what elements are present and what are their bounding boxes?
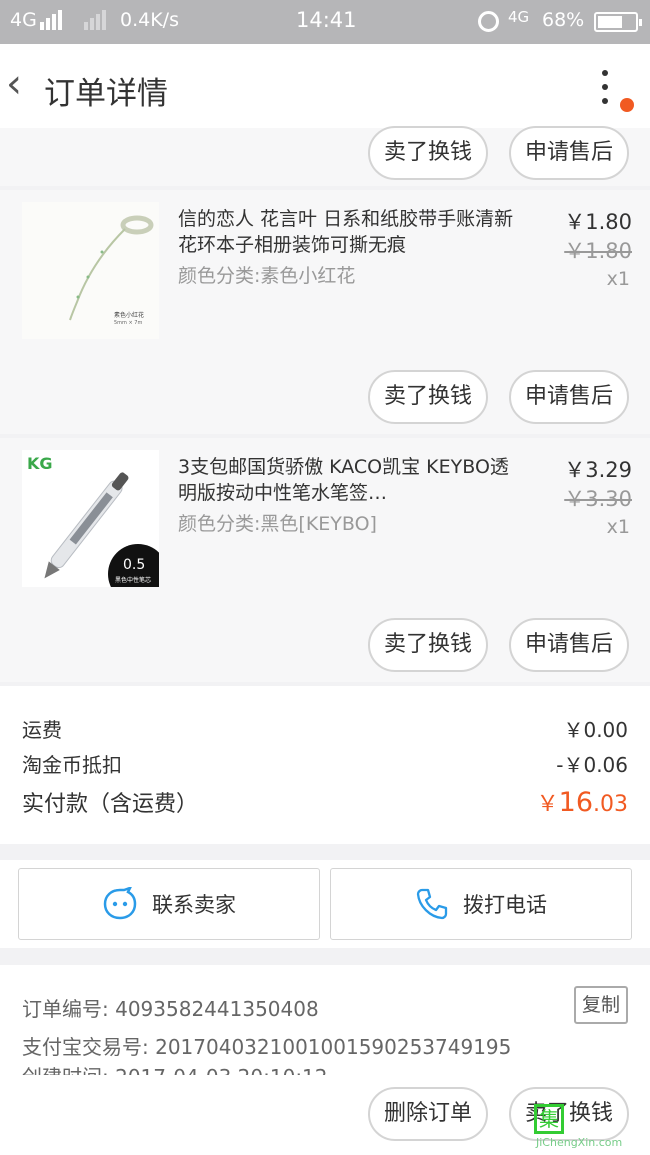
sell-button[interactable]: 卖了换钱 <box>368 126 488 180</box>
alipay-trade-number: 支付宝交易号: 2017040321001001590253749195 <box>22 1035 512 1059</box>
thumb-caption: 黑色中性笔芯 <box>115 577 152 584</box>
phone-icon <box>416 888 448 920</box>
signal-icon-secondary <box>84 10 106 30</box>
sell-button[interactable]: 卖了换钱 <box>368 618 488 672</box>
product-thumbnail[interactable]: 素色小红花 5mm × 7m <box>22 202 159 339</box>
order-number: 订单编号: 4093582441350408 <box>22 997 319 1021</box>
network-type-left: 4G <box>10 9 37 31</box>
product-name[interactable]: 信的恋人 花言叶 日系和纸胶带手账清新花环本子相册装饰可撕无痕 <box>178 206 523 258</box>
chevron-left-icon[interactable]: ‹ <box>6 64 46 108</box>
after-sale-button[interactable]: 申请售后 <box>509 126 629 180</box>
order-item-card-partial: 卖了换钱 申请售后 <box>0 126 650 186</box>
price-summary: 运费 ￥0.00 淘金币抵扣 -￥0.06 实付款（含运费） ￥16.03 <box>0 686 650 844</box>
paid-row: 实付款（含运费） ￥16.03 <box>22 786 628 818</box>
battery-icon <box>594 12 642 32</box>
product-price: ￥3.29 <box>564 458 632 482</box>
coin-label: 淘金币抵扣 <box>22 753 122 777</box>
product-original-price: ￥1.80 <box>564 239 632 263</box>
title-bar: ‹ 订单详情 <box>0 44 650 128</box>
battery-percent: 68% <box>542 9 585 31</box>
product-price: ￥1.80 <box>564 210 632 234</box>
watermark-logo: 集 <box>534 1104 564 1134</box>
product-quantity: x1 <box>606 268 630 290</box>
status-bar: 4G 0.4K/s 14:41 4G 68% <box>0 0 650 44</box>
after-sale-button[interactable]: 申请售后 <box>509 618 629 672</box>
shipping-row: 运费 ￥0.00 <box>22 714 628 743</box>
paid-amount: ￥16.03 <box>536 787 628 818</box>
network-speed: 0.4K/s <box>120 9 179 31</box>
thumb-size: 5mm × 7m <box>114 320 143 326</box>
alarm-icon <box>478 11 499 32</box>
chat-bubble-icon <box>103 887 137 920</box>
coin-value: -￥0.06 <box>556 753 628 777</box>
product-variant: 颜色分类:黑色[KEYBO] <box>178 513 377 535</box>
sell-button[interactable]: 卖了换钱 <box>368 370 488 424</box>
signal-icon <box>40 10 62 30</box>
product-quantity: x1 <box>606 516 630 538</box>
product-thumbnail[interactable]: KG 0.5 黑色中性笔芯 <box>22 450 159 587</box>
thumb-caption: 素色小红花 <box>114 312 145 319</box>
notification-dot <box>620 98 634 112</box>
page-title: 订单详情 <box>44 76 168 112</box>
watermark-text: JiChengXin.com <box>536 1136 623 1149</box>
created-time: 创建时间: 2017-04-03 20:10:12 <box>22 1061 328 1075</box>
after-sale-button[interactable]: 申请售后 <box>509 370 629 424</box>
more-vertical-icon[interactable] <box>590 66 620 108</box>
watermark: 集 JiChengXin.com <box>530 1102 650 1152</box>
shipping-value: ￥0.00 <box>563 718 628 742</box>
network-type-right: 4G <box>508 8 530 26</box>
contact-seller-button[interactable]: 联系卖家 <box>18 868 320 940</box>
order-item-card[interactable]: 素色小红花 5mm × 7m 信的恋人 花言叶 日系和纸胶带手账清新花环本子相册… <box>0 190 650 434</box>
coin-deduction-row: 淘金币抵扣 -￥0.06 <box>22 749 628 778</box>
contact-bar: 联系卖家 拨打电话 <box>0 860 650 948</box>
copy-button[interactable]: 复制 <box>574 986 628 1024</box>
thumb-size: 0.5 <box>123 557 146 573</box>
delete-order-button[interactable]: 删除订单 <box>368 1087 488 1141</box>
paid-label: 实付款（含运费） <box>22 792 199 817</box>
call-button[interactable]: 拨打电话 <box>330 868 632 940</box>
clock: 14:41 <box>296 8 357 32</box>
order-info: 订单编号: 4093582441350408 复制 支付宝交易号: 201704… <box>0 965 650 1075</box>
shipping-label: 运费 <box>22 718 62 742</box>
product-original-price: ￥3.30 <box>564 487 632 511</box>
product-name[interactable]: 3支包邮国货骄傲 KACO凯宝 KEYBO透明版按动中性笔水笔签… <box>178 454 523 506</box>
product-variant: 颜色分类:素色小红花 <box>178 265 356 287</box>
call-label: 拨打电话 <box>463 893 547 917</box>
contact-seller-label: 联系卖家 <box>152 893 236 917</box>
order-item-card[interactable]: KG 0.5 黑色中性笔芯 3支包邮国货骄傲 KACO凯宝 KEYBO透明版按动… <box>0 438 650 682</box>
brand-logo: KG <box>27 454 53 473</box>
